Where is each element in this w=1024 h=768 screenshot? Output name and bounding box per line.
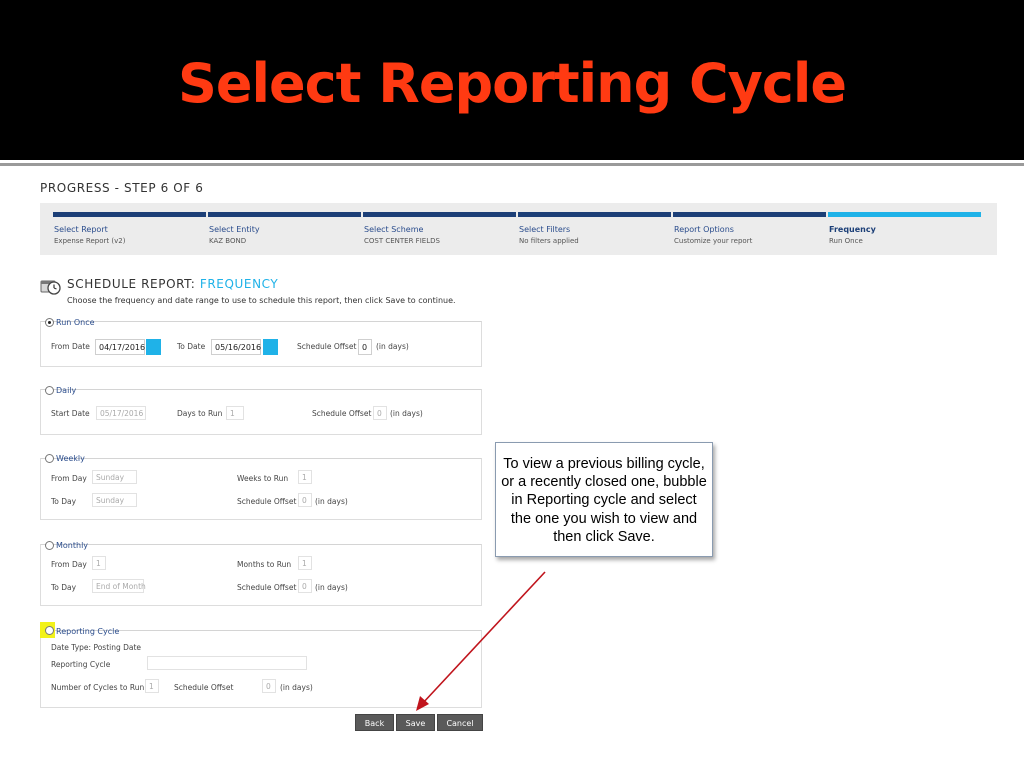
offset-unit-label: (in days) [376, 342, 409, 351]
step-select-entity[interactable]: Select Entity KAZ BOND [208, 212, 361, 245]
callout-line: then click Save. [553, 528, 655, 545]
offset-unit-label: (in days) [315, 497, 348, 506]
schedule-heading: SCHEDULE REPORT: FREQUENCY [67, 277, 278, 291]
weekly-section [40, 458, 482, 520]
step-summary: KAZ BOND [209, 237, 247, 245]
schedule-offset-input[interactable]: 0 [298, 579, 312, 593]
progress-heading: PROGRESS - STEP 6 OF 6 [40, 181, 204, 195]
to-day-label: To Day [51, 497, 77, 506]
months-to-run-input[interactable]: 1 [298, 556, 312, 570]
callout-line: the one you wish to view and [510, 510, 698, 527]
schedule-offset-label: Schedule Offset [237, 583, 297, 592]
days-to-run-input[interactable]: 1 [226, 406, 244, 420]
to-day-label: To Day [51, 583, 77, 592]
schedule-offset-input[interactable]: 0 [262, 679, 276, 693]
step-select-filters[interactable]: Select Filters No filters applied [518, 212, 671, 245]
step-name: Select Entity [209, 225, 260, 234]
to-day-select[interactable]: End of Month [92, 579, 146, 593]
step-bar-current [828, 212, 981, 217]
callout-line: in Reporting cycle and select [511, 492, 697, 509]
step-summary: COST CENTER FIELDS [364, 237, 440, 245]
monthly-label: Monthly [56, 541, 89, 550]
calendar-clock-icon [40, 280, 61, 295]
step-summary: Run Once [829, 237, 863, 245]
to-day-select[interactable]: Sunday [92, 493, 137, 507]
run-once-radio[interactable] [45, 318, 54, 327]
schedule-offset-label: Schedule Offset [237, 497, 297, 506]
callout-text: To view a previous billing cycle, or a r… [497, 455, 711, 546]
weekly-radio[interactable] [45, 454, 54, 463]
schedule-description: Choose the frequency and date range to u… [67, 296, 456, 305]
daily-label: Daily [56, 386, 77, 395]
callout-line: To view a previous billing cycle, [503, 456, 705, 472]
start-date-label: Start Date [51, 409, 90, 418]
step-name: Select Filters [519, 225, 571, 234]
offset-unit-label: (in days) [390, 409, 423, 418]
weekly-label: Weekly [56, 454, 85, 463]
to-date-calendar-button[interactable] [263, 339, 278, 355]
step-name: Select Report [54, 225, 108, 234]
months-to-run-label: Months to Run [237, 560, 292, 569]
from-date-calendar-button[interactable] [146, 339, 161, 355]
from-day-input[interactable]: 1 [92, 556, 106, 570]
daily-radio[interactable] [45, 386, 54, 395]
number-of-cycles-label: Number of Cycles to Run [51, 683, 145, 692]
step-frequency: Frequency Run Once [828, 212, 981, 245]
schedule-heading-prefix: SCHEDULE REPORT: [67, 277, 200, 291]
slide-title: Select Reporting Cycle [177, 52, 847, 115]
schedule-offset-label: Schedule Offset [312, 409, 372, 418]
number-of-cycles-input[interactable]: 1 [145, 679, 159, 693]
reporting-cycle-label: Reporting Cycle [56, 627, 120, 636]
step-summary: Customize your report [674, 237, 753, 245]
title-divider [0, 163, 1024, 166]
step-bar [208, 212, 361, 217]
reporting-cycle-select[interactable] [147, 656, 307, 670]
weeks-to-run-label: Weeks to Run [237, 474, 289, 483]
from-date-input[interactable]: 04/17/2016 [95, 339, 145, 355]
offset-unit-label: (in days) [280, 683, 313, 692]
from-day-select[interactable]: Sunday [92, 470, 137, 484]
reporting-cycle-field-label: Reporting Cycle [51, 660, 111, 669]
step-name: Report Options [674, 225, 734, 234]
progress-panel: Select Report Expense Report (v2) Select… [40, 203, 997, 255]
schedule-offset-input[interactable]: 0 [298, 493, 312, 507]
days-to-run-label: Days to Run [177, 409, 223, 418]
date-type-text: Date Type: Posting Date [51, 643, 142, 652]
step-summary: Expense Report (v2) [54, 237, 126, 245]
to-date-label: To Date [177, 342, 206, 351]
schedule-offset-input[interactable]: 0 [373, 406, 387, 420]
step-bar [363, 212, 516, 217]
step-summary: No filters applied [519, 237, 579, 245]
pointer-arrow [416, 571, 546, 711]
step-name: Select Scheme [364, 225, 424, 234]
step-report-options[interactable]: Report Options Customize your report [673, 212, 826, 245]
monthly-radio[interactable] [45, 541, 54, 550]
callout-line: or a recently closed one, bubble [501, 474, 707, 491]
run-once-label: Run Once [56, 318, 95, 327]
schedule-offset-label: Schedule Offset [174, 683, 234, 692]
reporting-cycle-radio[interactable] [45, 626, 54, 635]
step-bar [53, 212, 206, 217]
step-name: Frequency [829, 225, 876, 234]
schedule-offset-label: Schedule Offset [297, 342, 357, 351]
weeks-to-run-input[interactable]: 1 [298, 470, 312, 484]
step-bar [673, 212, 826, 217]
from-day-label: From Day [51, 474, 87, 483]
schedule-offset-input[interactable]: 0 [358, 339, 372, 355]
back-button[interactable]: Back [355, 714, 394, 731]
step-select-report[interactable]: Select Report Expense Report (v2) [53, 212, 206, 245]
from-day-label: From Day [51, 560, 87, 569]
schedule-heading-accent: FREQUENCY [199, 277, 279, 291]
step-bar [518, 212, 671, 217]
offset-unit-label: (in days) [315, 583, 348, 592]
to-date-input[interactable]: 05/16/2016 [211, 339, 261, 355]
start-date-input[interactable]: 05/17/2016 [96, 406, 146, 420]
from-date-label: From Date [51, 342, 90, 351]
step-select-scheme[interactable]: Select Scheme COST CENTER FIELDS [363, 212, 516, 245]
